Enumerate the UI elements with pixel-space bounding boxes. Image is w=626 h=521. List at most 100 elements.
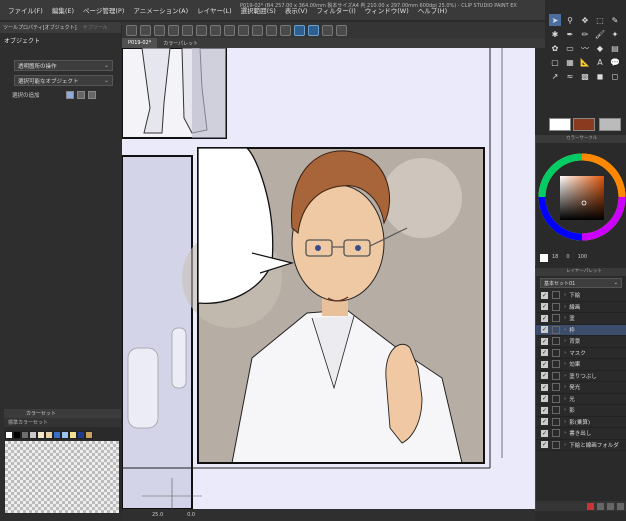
layer-set-select[interactable]: 基本セット01 ⌄ [540, 278, 622, 288]
hue-value[interactable]: 18 [552, 254, 558, 262]
lock-box-icon[interactable] [552, 291, 560, 300]
color-swatch[interactable] [13, 431, 21, 439]
lock-box-icon[interactable] [552, 417, 560, 426]
chevron-right-icon[interactable]: › [564, 292, 566, 298]
menu-file[interactable]: ファイル(F) [8, 5, 43, 15]
blend-tool-icon[interactable]: 〰 [579, 42, 591, 54]
decoration-tool-icon[interactable]: ✿ [549, 42, 561, 54]
brightness-value[interactable]: 100 [578, 254, 588, 262]
pointer-tool-icon[interactable]: ➤ [549, 14, 561, 26]
snap-ruler-icon[interactable] [294, 24, 305, 36]
visibility-check-icon[interactable]: ✓ [541, 406, 548, 414]
fill-icon[interactable] [252, 24, 263, 36]
open-file-icon[interactable] [140, 24, 151, 36]
new-layer-icon[interactable] [597, 502, 604, 510]
chevron-right-icon[interactable]: › [564, 327, 566, 333]
chevron-right-icon[interactable]: › [564, 361, 566, 367]
lock-box-icon[interactable] [552, 348, 560, 357]
snap-grid-icon[interactable] [322, 24, 333, 36]
layer-row[interactable]: ✓ › 枠 [536, 324, 626, 336]
foreground-color-swatch[interactable] [549, 118, 571, 131]
chevron-right-icon[interactable]: › [564, 430, 566, 436]
visibility-check-icon[interactable]: ✓ [541, 291, 548, 299]
color-set-select[interactable]: 標準カラーセット [4, 418, 121, 427]
undo-icon[interactable] [168, 24, 179, 36]
chevron-right-icon[interactable]: › [564, 350, 566, 356]
color-swatch[interactable] [77, 431, 85, 439]
layer-row[interactable]: ✓ › 光 [536, 394, 626, 405]
chevron-right-icon[interactable]: › [564, 407, 566, 413]
chevron-right-icon[interactable]: › [564, 373, 566, 379]
eraser-tool-icon[interactable]: ▭ [564, 42, 576, 54]
layer-row[interactable]: ✓ › 影(乗算) [536, 417, 626, 428]
layer-row[interactable]: ✓ › 下絵 [536, 290, 626, 302]
color-swatch[interactable] [37, 431, 45, 439]
lock-box-icon[interactable] [552, 337, 560, 346]
color-swatch[interactable] [53, 431, 61, 439]
visibility-check-icon[interactable]: ✓ [541, 303, 548, 311]
layer-row[interactable]: ✓ › 下絵と線画フォルダ [536, 440, 626, 451]
chevron-right-icon[interactable]: › [564, 315, 566, 321]
liquify-tool-icon[interactable]: ≈ [564, 70, 576, 82]
tab-color-set[interactable]: カラーセット [26, 410, 56, 417]
color-swatch[interactable] [61, 431, 69, 439]
layer-row[interactable]: ✓ › 背景 [536, 336, 626, 348]
visibility-check-icon[interactable]: ✓ [541, 383, 548, 391]
brush-tool-icon[interactable]: 🖌 [594, 28, 606, 40]
color-wheel[interactable] [536, 143, 626, 243]
chevron-right-icon[interactable]: › [564, 304, 566, 310]
lock-box-icon[interactable] [552, 360, 560, 369]
selectable-object-select[interactable]: 選択可能なオブジェクト ⌄ [14, 75, 113, 86]
record-icon[interactable] [587, 502, 594, 510]
transparent-color-swatch[interactable] [599, 118, 621, 131]
snap-special-ruler-icon[interactable] [308, 24, 319, 36]
airbrush-tool-icon[interactable]: ✦ [609, 28, 621, 40]
figure-tool-icon[interactable]: ▢ [549, 56, 561, 68]
angle-value[interactable]: 0.0 [187, 512, 195, 518]
visibility-check-icon[interactable]: ✓ [541, 372, 548, 380]
tab-color-palette[interactable]: カラーパレット [157, 38, 204, 48]
color-swatch[interactable] [5, 431, 13, 439]
magic-wand-tool-icon[interactable]: ✱ [549, 28, 561, 40]
fill-tool-icon[interactable]: ◆ [594, 42, 606, 54]
tab-tool-property[interactable]: ツールプロパティ[オブジェクト] [3, 24, 77, 31]
zoom-tool-icon[interactable]: ⚲ [564, 14, 576, 26]
chevron-right-icon[interactable]: › [564, 419, 566, 425]
visibility-check-icon[interactable]: ✓ [541, 418, 548, 426]
balloon-tool-icon[interactable]: 💬 [609, 56, 621, 68]
new-folder-icon[interactable] [607, 502, 614, 510]
lock-box-icon[interactable] [552, 371, 560, 380]
layer-row[interactable]: ✓ › 発光 [536, 382, 626, 394]
lock-box-icon[interactable] [552, 406, 560, 415]
gradient-tool-icon[interactable]: ▤ [609, 42, 621, 54]
redo-icon[interactable] [182, 24, 193, 36]
canvas[interactable] [122, 48, 535, 509]
visibility-check-icon[interactable]: ✓ [541, 349, 548, 357]
visibility-check-icon[interactable]: ✓ [541, 360, 548, 368]
chevron-right-icon[interactable]: › [564, 396, 566, 402]
tab-sub-tool[interactable]: サブツール [83, 24, 108, 31]
layer-row[interactable]: ✓ › 効果 [536, 359, 626, 371]
lock-box-icon[interactable] [552, 440, 560, 449]
trash-icon[interactable] [617, 502, 624, 510]
menu-animation[interactable]: アニメーション(A) [133, 5, 188, 15]
menu-page[interactable]: ページ管理(P) [83, 5, 124, 15]
layer-row[interactable]: ✓ › マスク [536, 348, 626, 359]
visibility-check-icon[interactable]: ✓ [541, 395, 548, 403]
visibility-check-icon[interactable]: ✓ [541, 337, 548, 345]
layer-row[interactable]: ✓ › 線画 [536, 302, 626, 313]
color-swatch[interactable] [21, 431, 29, 439]
menu-edit[interactable]: 編集(E) [52, 5, 74, 15]
visibility-check-icon[interactable]: ✓ [541, 314, 548, 322]
eyedropper-tool-icon[interactable]: ✎ [609, 14, 621, 26]
correct-line-tool-icon[interactable]: ↗ [549, 70, 561, 82]
lock-box-icon[interactable] [552, 383, 560, 392]
layer-row[interactable]: ✓ › 塗りつぶし [536, 371, 626, 382]
menu-layer[interactable]: レイヤー(L) [197, 5, 232, 15]
settings-icon[interactable] [336, 24, 347, 36]
visibility-check-icon[interactable]: ✓ [541, 429, 548, 437]
transform-icon[interactable] [210, 24, 221, 36]
move-tool-icon[interactable]: ✥ [579, 14, 591, 26]
zoom-value[interactable]: 25.0 [152, 512, 163, 518]
lock-box-icon[interactable] [552, 302, 560, 311]
